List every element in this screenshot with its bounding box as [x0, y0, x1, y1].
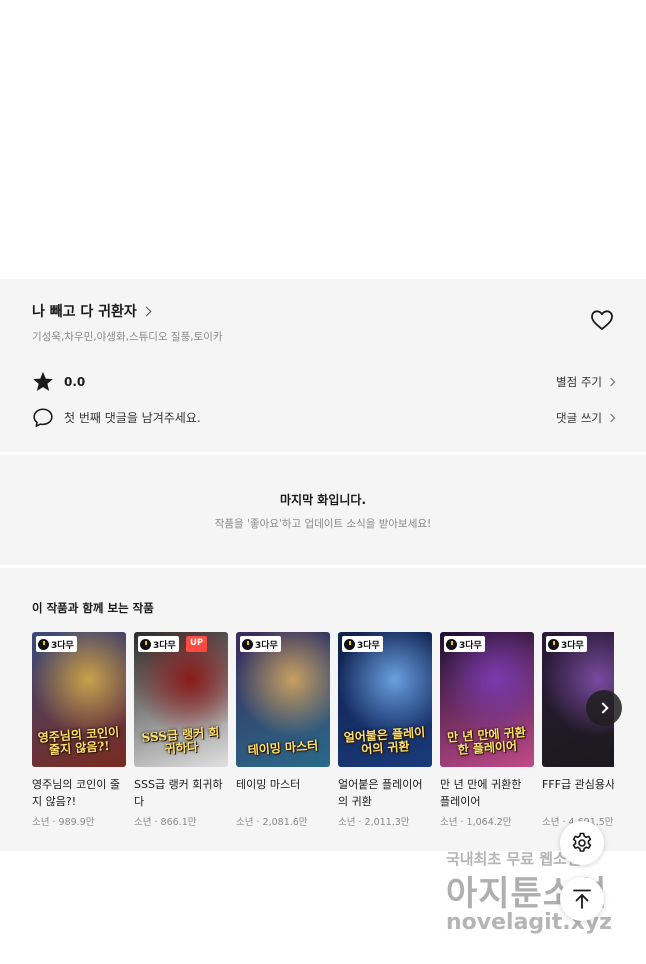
card-meta: 소년 · 1,064.2만	[440, 817, 512, 828]
viewer-blank-area	[0, 0, 646, 279]
up-badge: UP	[186, 636, 208, 652]
recommendations-section: 이 작품과 함께 보는 작품 3다무 영주님의 코인이 줄지 않음?! 영주님의 코…	[0, 568, 646, 851]
rating-row: 0.0 별점 주기	[32, 371, 616, 392]
card-title[interactable]: FFF급 관심용사	[542, 776, 614, 810]
cover-thumbnail[interactable]: 3다무영주님의 코인이 줄지 않음?!	[32, 632, 126, 767]
rate-button[interactable]: 별점 주기	[556, 374, 616, 390]
rating-score: 0.0	[64, 374, 86, 389]
settings-button[interactable]	[560, 821, 604, 865]
chevron-right-icon	[596, 702, 609, 714]
card-title[interactable]: SSS급 랭커 회귀하다	[134, 776, 228, 810]
cover-title-art: 만 년 만에 귀환한 플레이어	[446, 724, 527, 757]
write-comment-label: 댓글 쓰기	[556, 410, 602, 425]
chevron-right-icon	[606, 377, 616, 386]
gear-icon	[572, 832, 592, 852]
speech-bubble-icon	[33, 408, 53, 427]
recommendations-heading: 이 작품과 함께 보는 작품	[32, 601, 154, 615]
chevron-right-icon	[141, 306, 152, 316]
work-title-link[interactable]: 나 빼고 다 귀환자	[32, 301, 614, 321]
card-title[interactable]: 테이밍 마스터	[236, 776, 330, 810]
recommendation-list: 3다무 영주님의 코인이 줄지 않음?! 영주님의 코인이 줄지 않음?! 소년 · …	[32, 632, 614, 828]
recommendation-card[interactable]: 3다무 얼어붙은 플레이어의 귀환 얼어붙은 플레이어의 귀환 소년 · 2,011.…	[338, 632, 432, 828]
cover-thumbnail[interactable]: 3다무만 년 만에 귀환한 플레이어	[440, 632, 534, 767]
scroll-top-button[interactable]	[560, 877, 604, 921]
arrow-up-icon	[573, 889, 591, 909]
cover-thumbnail[interactable]: 3다무 UP SSS급 랭커 회귀하다	[134, 632, 228, 767]
last-episode-title: 마지막 화입니다.	[279, 493, 367, 507]
work-info-panel: 나 빼고 다 귀환자 기성욱,차우민,야생화,스튜디오 질풍,토이카 0.0 별…	[0, 279, 646, 851]
work-title: 나 빼고 다 귀환자	[32, 304, 137, 320]
chevron-right-icon	[606, 413, 616, 422]
badge-label: 3다무	[51, 640, 74, 651]
comment-prompt: 첫 번째 댓글을 남겨주세요.	[64, 411, 201, 425]
recommendation-card[interactable]: 3다무 만 년 만에 귀환한 플레이어 만 년 만에 귀환한 플레이어 소년 · 1,…	[440, 632, 534, 828]
heart-outline-icon[interactable]	[590, 309, 614, 331]
badge-label: 3다무	[357, 640, 380, 651]
recommendation-card[interactable]: 3다무 UP SSS급 랭커 회귀하다 SSS급 랭커 회귀하다소년 · 866.1만	[134, 632, 228, 828]
cover-thumbnail[interactable]: 3다무얼어붙은 플레이어의 귀환	[338, 632, 432, 767]
cover-title-art: 얼어붙은 플레이어의 귀환	[343, 724, 426, 757]
work-info: 나 빼고 다 귀환자 기성욱,차우민,야생화,스튜디오 질풍,토이카 0.0 별…	[0, 279, 646, 452]
card-title[interactable]: 만 년 만에 귀환한 플레이어	[440, 776, 534, 810]
star-icon	[33, 371, 53, 391]
clock-icon	[38, 638, 49, 650]
clock-icon	[344, 638, 355, 650]
rate-button-label: 별점 주기	[556, 374, 602, 389]
clock-icon	[548, 638, 559, 650]
card-meta: 소년 · 2,011.3만	[338, 817, 410, 828]
card-meta: 소년 · 866.1만	[134, 817, 197, 828]
cover-title-art: SSS급 랭커 회귀하다	[141, 724, 220, 756]
card-title[interactable]: 영주님의 코인이 줄지 않음?!	[32, 776, 126, 810]
work-authors: 기성욱,차우민,야생화,스튜디오 질풍,토이카	[32, 331, 223, 343]
wait-free-badge: 3다무	[240, 636, 281, 652]
next-page-button[interactable]	[586, 690, 622, 726]
badge-label: 3다무	[255, 640, 278, 651]
cover-title-art: 영주님의 코인이 줄지 않음?!	[37, 724, 120, 757]
wait-free-badge: 3다무	[138, 636, 179, 652]
cover-title-art: 테이밍 마스터	[247, 738, 319, 758]
wait-free-badge: 3다무	[546, 636, 587, 652]
card-title[interactable]: 얼어붙은 플레이어의 귀환	[338, 776, 432, 810]
clock-icon	[140, 638, 151, 650]
last-episode-notice: 마지막 화입니다. 작품을 '좋아요'하고 업데이트 소식을 받아보세요!	[0, 455, 646, 565]
recommendation-card[interactable]: 3다무FFF급 관심용사소년 · 4,691.5만	[542, 632, 614, 828]
badge-label: 3다무	[561, 640, 584, 651]
wait-free-badge: 3다무	[444, 636, 485, 652]
recommendation-card[interactable]: 3다무 영주님의 코인이 줄지 않음?! 영주님의 코인이 줄지 않음?! 소년 · …	[32, 632, 126, 828]
comment-row: 첫 번째 댓글을 남겨주세요. 댓글 쓰기	[32, 407, 616, 428]
recommendation-card[interactable]: 3다무 테이밍 마스터 테이밍 마스터 소년 · 2,081.6만	[236, 632, 330, 828]
last-episode-subtitle: 작품을 '좋아요'하고 업데이트 소식을 받아보세요!	[214, 518, 432, 530]
card-meta: 소년 · 2,081.6만	[236, 817, 308, 828]
wait-free-badge: 3다무	[36, 636, 77, 652]
bottom-area	[0, 851, 646, 964]
cover-thumbnail[interactable]: 3다무테이밍 마스터	[236, 632, 330, 767]
card-meta: 소년 · 989.9만	[32, 817, 95, 828]
clock-icon	[446, 638, 457, 650]
badge-label: 3다무	[153, 640, 176, 651]
clock-icon	[242, 638, 253, 650]
write-comment-button[interactable]: 댓글 쓰기	[556, 410, 616, 426]
badge-label: 3다무	[459, 640, 482, 651]
wait-free-badge: 3다무	[342, 636, 383, 652]
